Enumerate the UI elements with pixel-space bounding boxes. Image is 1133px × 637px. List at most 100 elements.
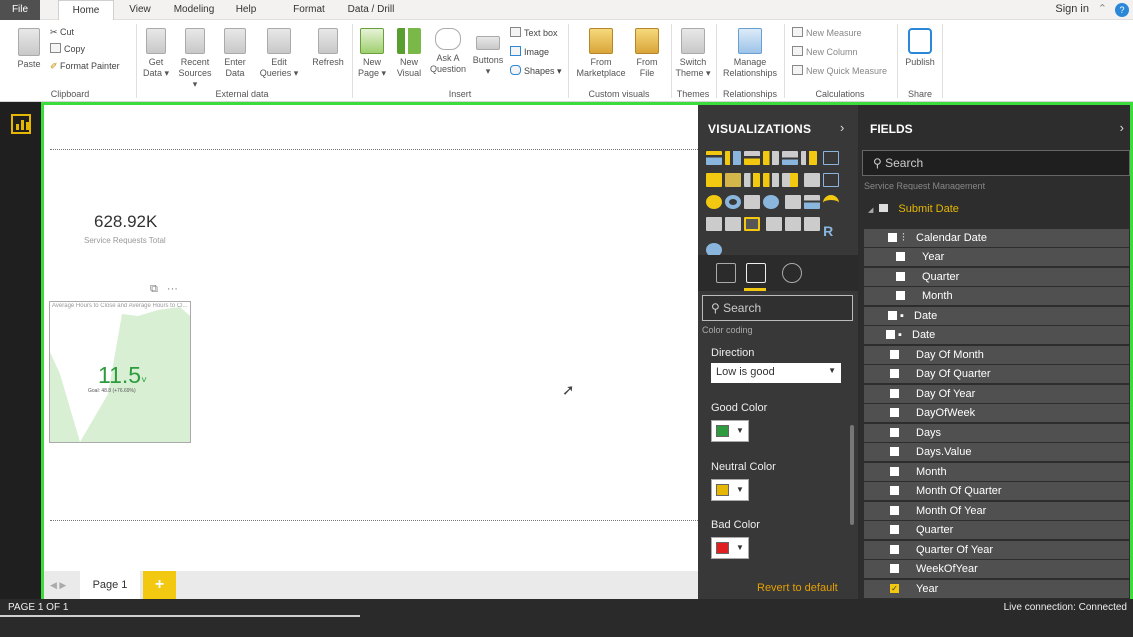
tab-help[interactable]: Help	[228, 0, 264, 20]
report-canvas[interactable]: 628.92K Service Requests Total ⧉ ··· Ave…	[41, 102, 700, 599]
stacked-bar-icon[interactable]	[706, 151, 722, 165]
100-bar-icon[interactable]	[782, 151, 798, 165]
good-color-picker[interactable]: ▼	[711, 420, 749, 442]
tab-data-drill[interactable]: Data / Drill	[342, 0, 400, 20]
field-row[interactable]: Day Of Month	[864, 346, 1129, 364]
field-row[interactable]: ▪ Date	[864, 326, 1129, 344]
multi-row-card-icon[interactable]	[725, 217, 741, 231]
tab-file[interactable]: File	[0, 0, 40, 20]
funnel-icon[interactable]	[804, 195, 821, 209]
ask-question-button[interactable]: Ask A Question	[428, 28, 468, 75]
line-clustered-icon[interactable]	[763, 173, 779, 187]
table-submit-date[interactable]: ◢ Submit Date	[868, 203, 959, 215]
color-coding-header[interactable]: Color coding	[702, 325, 853, 335]
fields-search-input[interactable]: ⚲ Search	[862, 150, 1130, 176]
matrix-icon[interactable]	[804, 217, 821, 231]
collapse-arrow-icon[interactable]: ›	[840, 120, 844, 135]
treemap-icon[interactable]	[744, 195, 760, 209]
tab-view[interactable]: View	[124, 0, 156, 20]
tab-format[interactable]: Format	[286, 0, 332, 20]
table-visual-icon[interactable]	[785, 217, 802, 231]
edit-queries-button[interactable]: Edit Queries ▾	[259, 28, 299, 79]
publish-button[interactable]: Publish	[902, 28, 938, 68]
report-view-icon[interactable]	[11, 114, 31, 134]
get-data-button[interactable]: Get Data ▾	[141, 28, 171, 79]
new-column-button[interactable]: New Column	[792, 46, 858, 59]
slicer-icon[interactable]	[766, 217, 783, 231]
new-page-button[interactable]: New Page ▾	[356, 28, 388, 79]
stacked-column-icon[interactable]	[725, 151, 741, 165]
field-row[interactable]: Month	[864, 463, 1129, 481]
field-row[interactable]: Month	[864, 287, 1129, 305]
more-options-icon[interactable]: ···	[167, 283, 178, 295]
collapse-arrow-icon[interactable]: ›	[1120, 120, 1124, 135]
field-row[interactable]: ▪ Date	[864, 307, 1129, 325]
card-icon[interactable]	[706, 217, 722, 231]
new-measure-button[interactable]: New Measure	[792, 27, 862, 40]
page-tab-1[interactable]: Page 1	[80, 571, 140, 599]
field-row[interactable]: Quarter	[864, 521, 1129, 539]
clustered-column-icon[interactable]	[763, 151, 779, 165]
shapes-button[interactable]: Shapes ▾	[510, 65, 562, 78]
tab-modeling[interactable]: Modeling	[166, 0, 222, 20]
field-row[interactable]: ✓ Year	[864, 580, 1129, 598]
field-row[interactable]: Year	[864, 248, 1129, 266]
map-icon[interactable]	[763, 195, 779, 209]
direction-dropdown[interactable]: Low is good ▼	[711, 363, 841, 383]
copy-button[interactable]: Copy	[50, 43, 85, 56]
line-column-icon[interactable]	[744, 173, 760, 187]
kpi-visual[interactable]: Average Hours to Close and Average Hours…	[49, 301, 191, 443]
field-row[interactable]: Quarter	[864, 268, 1129, 286]
area-chart-icon[interactable]	[706, 173, 722, 187]
kpi-icon[interactable]	[744, 217, 760, 231]
analytics-magnifier-icon[interactable]	[782, 263, 802, 283]
recent-sources-button[interactable]: Recent Sources ▾	[175, 28, 215, 90]
new-quick-measure-button[interactable]: New Quick Measure	[792, 65, 887, 78]
field-row[interactable]: Day Of Quarter	[864, 365, 1129, 383]
field-row[interactable]: Quarter Of Year	[864, 541, 1129, 559]
field-row[interactable]: ⫶ Calendar Date	[864, 229, 1129, 247]
add-page-button[interactable]: +	[143, 571, 176, 599]
100-column-icon[interactable]	[801, 151, 817, 165]
paint-roller-icon[interactable]	[746, 263, 766, 283]
clustered-bar-icon[interactable]	[744, 151, 760, 165]
manage-relationships-button[interactable]: Manage Relationships	[720, 28, 780, 79]
field-row[interactable]: Days.Value	[864, 443, 1129, 461]
filled-map-icon[interactable]	[785, 195, 802, 209]
switch-theme-button[interactable]: Switch Theme ▾	[674, 28, 712, 79]
help-icon[interactable]: ?	[1115, 3, 1129, 17]
waterfall-icon[interactable]	[804, 173, 821, 187]
sign-in-link[interactable]: Sign in	[1055, 3, 1089, 15]
pie-chart-icon[interactable]	[706, 195, 722, 209]
format-painter-button[interactable]: ✐ Format Painter	[50, 60, 120, 73]
donut-chart-icon[interactable]	[725, 195, 741, 209]
image-button[interactable]: Image	[510, 46, 549, 59]
new-visual-button[interactable]: New Visual	[393, 28, 425, 79]
neutral-color-picker[interactable]: ▼	[711, 479, 749, 501]
gauge-icon[interactable]	[823, 195, 840, 209]
from-marketplace-button[interactable]: From Marketplace	[575, 28, 627, 79]
field-row[interactable]: Month Of Quarter	[864, 482, 1129, 500]
field-row[interactable]: Month Of Year	[864, 502, 1129, 520]
format-pane-scrollbar[interactable]	[850, 425, 854, 525]
text-box-button[interactable]: Text box	[510, 27, 558, 40]
ribbon-chart-icon[interactable]	[782, 173, 798, 187]
field-row[interactable]: WeekOfYear	[864, 560, 1129, 578]
buttons-button[interactable]: Buttons ▾	[471, 28, 505, 77]
checked-checkbox-icon[interactable]: ✓	[890, 584, 899, 593]
bad-color-picker[interactable]: ▼	[711, 537, 749, 559]
r-script-icon[interactable]: R	[823, 224, 839, 238]
collapse-ribbon-icon[interactable]: ⌃	[1098, 2, 1107, 15]
field-row[interactable]: DayOfWeek	[864, 404, 1129, 422]
focus-mode-icon[interactable]: ⧉	[150, 283, 158, 295]
refresh-button[interactable]: Refresh	[308, 28, 348, 68]
line-chart-icon[interactable]	[823, 151, 840, 165]
revert-to-default-link[interactable]: Revert to default	[757, 582, 838, 594]
stacked-area-icon[interactable]	[725, 173, 741, 187]
page-nav-arrows-icon[interactable]: ◀ ▶	[50, 571, 66, 599]
field-row[interactable]: Days	[864, 424, 1129, 442]
paste-button[interactable]: Paste	[14, 28, 44, 70]
field-table-cut[interactable]: Service Request Management	[864, 181, 1124, 190]
tab-home[interactable]: Home	[58, 0, 114, 20]
format-search-input[interactable]: ⚲ Search	[702, 295, 853, 321]
